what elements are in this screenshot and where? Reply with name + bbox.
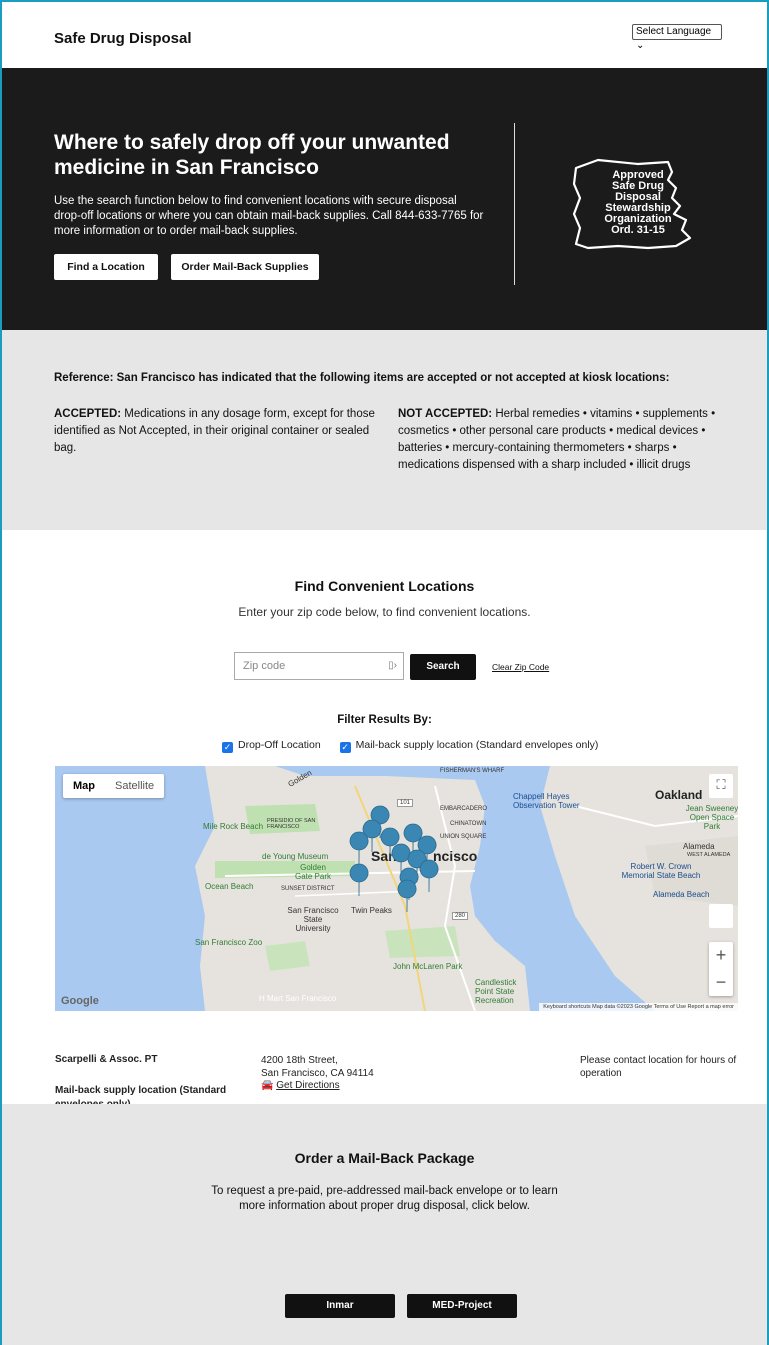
site-header: Safe Drug Disposal Select Language ⌄ <box>2 2 767 68</box>
mailback-description: To request a pre-paid, pre-addressed mai… <box>211 1185 558 1212</box>
find-title: Find Convenient Locations <box>294 578 475 594</box>
map-type-map[interactable]: Map <box>63 774 105 798</box>
location-pin <box>349 863 369 897</box>
zip-code-input[interactable]: Zip code ▯› <box>234 652 404 680</box>
result-hours: Please contact location for hours of ope… <box>580 1055 737 1079</box>
reference-heading: Reference: San Francisco has indicated t… <box>54 372 670 384</box>
approved-badge: Approved Safe Drug Disposal Stewardship … <box>568 158 698 253</box>
location-pin <box>349 831 369 865</box>
zoom-control: + − <box>709 942 733 996</box>
autofill-icon: ▯› <box>388 660 397 671</box>
hero-divider <box>514 123 515 285</box>
location-pin <box>397 879 417 913</box>
map-attribution[interactable]: Keyboard shortcuts Map data ©2023 Google… <box>539 1003 738 1011</box>
site-brand[interactable]: Safe Drug Disposal <box>54 30 192 47</box>
mailback-section: Order a Mail-Back Package To request a p… <box>2 1104 767 1345</box>
checkbox-checked-icon[interactable]: ✓ <box>222 742 233 753</box>
find-location-button[interactable]: Find a Location <box>54 254 158 280</box>
filter-options: ✓ Drop-Off Location ✓ Mail-back supply loc… <box>222 739 614 753</box>
badge-line-6: Ord. 31-15 <box>611 224 665 236</box>
checkbox-checked-icon[interactable]: ✓ <box>339 742 351 753</box>
inmar-button[interactable]: Inmar <box>285 1294 395 1318</box>
street-view-icon[interactable] <box>709 904 733 928</box>
not-accepted-column: NOT ACCEPTED: Herbal remedies • vitamins… <box>398 406 728 474</box>
find-locations-section: Find Convenient Locations Enter your zip… <box>2 530 767 1153</box>
map-pins <box>349 805 439 913</box>
reference-section: Reference: San Francisco has indicated t… <box>2 330 767 530</box>
filter-title: Filter Results By: <box>337 714 432 726</box>
not-accepted-label: NOT ACCEPTED: <box>398 408 493 420</box>
google-logo: Google <box>61 995 99 1007</box>
order-supplies-button[interactable]: Order Mail-Back Supplies <box>171 254 319 280</box>
language-select[interactable]: Select Language ⌄ <box>632 24 722 51</box>
find-subtitle: Enter your zip code below, to find conve… <box>238 605 531 619</box>
get-directions-link[interactable]: 🚘 Get Directions <box>261 1080 340 1091</box>
hero-title: Where to safely drop off your unwanted m… <box>54 131 450 179</box>
accepted-column: ACCEPTED: Medications in any dosage form… <box>54 406 384 457</box>
car-icon: 🚘 <box>261 1080 274 1091</box>
result-name: Scarpelli & Assoc. PT <box>55 1054 158 1065</box>
accepted-label: ACCEPTED: <box>54 408 122 420</box>
location-pin <box>419 859 439 893</box>
map-type-toggle: Map Satellite <box>63 774 165 798</box>
filter-dropoff-label: Drop-Off Location <box>238 739 321 751</box>
med-project-button[interactable]: MED-Project <box>407 1294 517 1318</box>
address-line-2: San Francisco, CA 94114 <box>261 1068 374 1079</box>
result-address: 4200 18th Street, San Francisco, CA 9411… <box>261 1054 374 1080</box>
page-frame: Safe Drug Disposal Select Language ⌄ Whe… <box>0 0 769 1345</box>
filter-dropoff[interactable]: ✓ Drop-Off Location <box>222 739 321 753</box>
zip-placeholder: Zip code <box>243 660 286 672</box>
get-directions-label: Get Directions <box>276 1080 340 1091</box>
filter-mailback[interactable]: ✓ Mail-back supply location (Standard env… <box>339 739 599 753</box>
fullscreen-icon[interactable]: ⛶ <box>709 774 733 798</box>
locations-map[interactable]: Golden FISHERMAN'S WHARF EMBARCADERO CHI… <box>55 766 738 1011</box>
zoom-out-icon[interactable]: − <box>709 969 733 996</box>
hero-description: Use the search function below to find co… <box>54 195 484 237</box>
badge-text: Approved Safe Drug Disposal Stewardship … <box>593 170 683 236</box>
mailback-title: Order a Mail-Back Package <box>294 1150 475 1166</box>
clear-zip-link[interactable]: Clear Zip Code <box>492 662 549 672</box>
address-line-1: 4200 18th Street, <box>261 1055 338 1066</box>
zoom-in-icon[interactable]: + <box>709 942 733 969</box>
hero-section: Where to safely drop off your unwanted m… <box>2 68 767 330</box>
map-type-satellite[interactable]: Satellite <box>105 774 164 798</box>
filter-mailback-label: Mail-back supply location (Standard enve… <box>355 739 599 751</box>
search-button[interactable]: Search <box>410 654 476 680</box>
